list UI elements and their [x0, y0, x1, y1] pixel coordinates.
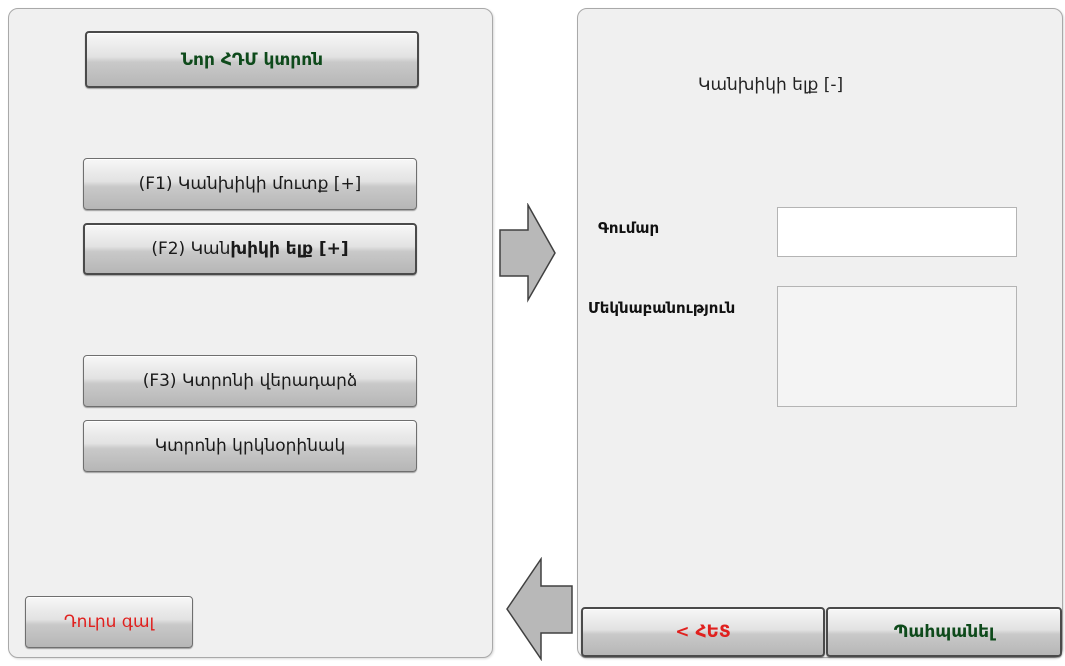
- receipt-return-button[interactable]: (F3) Կտրոնի վերադարձ: [83, 355, 417, 407]
- cash-in-button[interactable]: (F1) Կանխիկի մուտք [+]: [83, 158, 417, 210]
- cash-out-button-label: (F2) Կանխիկի ելք [+]: [151, 239, 348, 259]
- exit-button-label: Դուրս գալ: [63, 612, 155, 632]
- receipt-duplicate-button-label: Կտրոնի կրկնօրինակ: [154, 436, 346, 456]
- back-button[interactable]: < ՀԵՏ: [581, 607, 825, 657]
- save-button[interactable]: Պահպանել: [826, 607, 1062, 657]
- save-button-label: Պահպանել: [893, 622, 995, 642]
- arrow-left-icon: [506, 557, 573, 661]
- amount-label: Գումար: [598, 219, 660, 237]
- cash-out-panel: Կանխիկի ելք [-] Գումար Մեկնաբանություն <…: [577, 8, 1063, 658]
- amount-input[interactable]: [777, 207, 1017, 257]
- cash-in-button-label: (F1) Կանխիկի մուտք [+]: [138, 174, 362, 194]
- main-menu-panel: Նոր ՀԴՄ կտրոն (F1) Կանխիկի մուտք [+] (F2…: [8, 8, 493, 658]
- receipt-duplicate-button[interactable]: Կտրոնի կրկնօրինակ: [83, 420, 417, 472]
- exit-button[interactable]: Դուրս գալ: [25, 596, 193, 648]
- new-receipt-button-label: Նոր ՀԴՄ կտրոն: [180, 49, 324, 70]
- cash-out-button[interactable]: (F2) Կանխիկի ելք [+]: [83, 223, 417, 275]
- receipt-return-button-label: (F3) Կտրոնի վերադարձ: [142, 371, 358, 391]
- cash-out-label-prefix: (F2) Կան: [151, 239, 231, 259]
- description-label: Մեկնաբանություն: [588, 299, 736, 317]
- back-button-label: < ՀԵՏ: [675, 622, 731, 642]
- new-receipt-button[interactable]: Նոր ՀԴՄ կտրոն: [85, 31, 419, 88]
- arrow-right-icon: [499, 203, 556, 303]
- description-input[interactable]: [777, 286, 1017, 407]
- cash-out-label-bold: խիկի ելք [+]: [230, 239, 349, 259]
- panel-title: Կանխիկի ելք [-]: [698, 75, 844, 95]
